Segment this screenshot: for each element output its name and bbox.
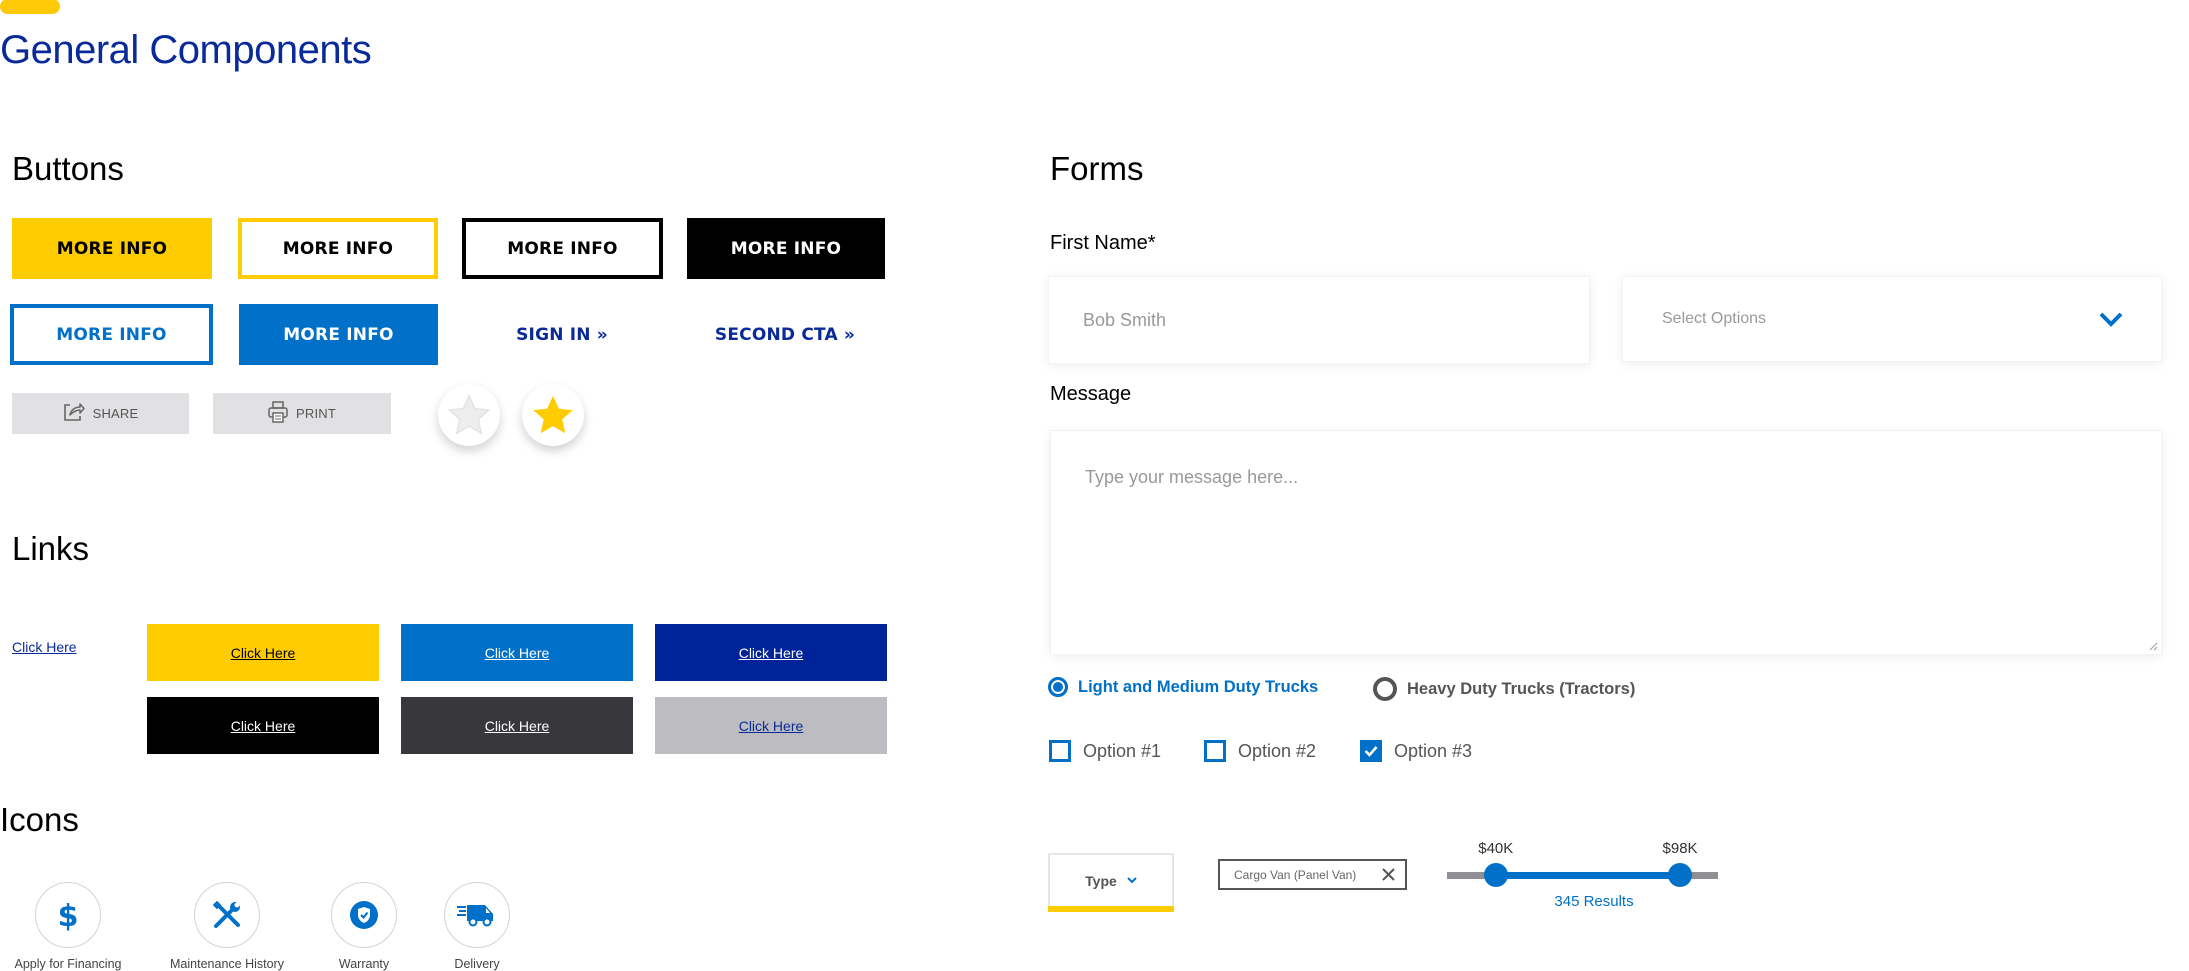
checkbox-unchecked-icon [1204,740,1226,762]
links-heading: Links [12,530,90,567]
more-info-button-blue[interactable]: MORE INFO [239,304,438,365]
price-max-label: $98K [1662,840,1698,857]
star-filled-icon [533,395,573,434]
chip-label: Cargo Van (Panel Van) [1234,867,1357,882]
radio-unselected-icon [1373,677,1397,701]
print-button[interactable]: PRINT [213,393,391,434]
select-placeholder: Select Options [1662,310,1767,327]
maintenance-icon-button[interactable] [194,882,260,948]
checkbox-option-3[interactable]: Option #3 [1360,740,1472,762]
warranty-icon-button[interactable] [331,882,397,948]
tools-icon [212,900,240,928]
results-count: 345 Results [1554,893,1634,910]
checkbox-checked-icon [1360,740,1382,762]
checkbox-option-2[interactable]: Option #2 [1204,740,1316,762]
type-filter-label: Type [1085,872,1117,889]
radio-label: Light and Medium Duty Trucks [1078,677,1319,696]
star-outline-icon [447,394,491,435]
first-name-placeholder: Bob Smith [1083,309,1167,330]
printer-icon [268,401,288,426]
delivery-truck-icon [457,905,493,927]
slider-handle-max[interactable] [1668,863,1693,887]
slider-fill [1495,872,1681,879]
share-icon [63,402,85,425]
link-light-gray[interactable]: Click Here [655,697,887,754]
message-placeholder: Type your message here... [1085,467,1299,487]
radio-selected-icon [1048,677,1068,697]
more-info-button-black-outline[interactable]: MORE INFO [462,218,663,279]
link-black[interactable]: Click Here [147,697,379,754]
share-button[interactable]: SHARE [12,393,189,434]
checkbox-option-1[interactable]: Option #1 [1049,740,1161,762]
share-label: SHARE [92,406,139,421]
message-label: Message [1050,383,1132,405]
checkbox-label: Option #3 [1394,740,1473,761]
slider-handle-min[interactable] [1483,863,1508,887]
favorite-button-unselected[interactable] [438,384,500,446]
accent-pill [0,0,60,14]
first-name-label: First Name* [1050,232,1156,254]
second-cta-label: SECOND CTA [714,324,838,345]
resize-handle-icon[interactable] [2148,641,2158,651]
double-chevron-right-icon: » [843,324,856,345]
shield-check-icon [350,901,378,929]
svg-text:$: $ [58,899,79,932]
buttons-heading: Buttons [12,150,124,187]
select-options-dropdown[interactable]: Select Options [1622,276,2162,362]
sign-in-button[interactable]: SIGN IN » [462,304,662,365]
price-range-slider[interactable] [1447,863,1718,887]
print-label: PRINT [296,406,336,421]
more-info-button-yellow[interactable]: MORE INFO [12,218,212,279]
icons-heading: Icons [0,801,79,838]
forms-heading: Forms [1050,150,1144,187]
more-info-button-yellow-outline[interactable]: MORE INFO [238,218,438,279]
close-icon[interactable] [1382,868,1395,881]
dollar-icon: $ [58,899,79,932]
first-name-input[interactable]: Bob Smith [1048,276,1590,364]
plain-link[interactable]: Click Here [12,639,77,655]
link-dark-gray[interactable]: Click Here [401,697,633,754]
price-min-label: $40K [1478,840,1514,857]
chevron-down-icon [2099,312,2123,327]
link-yellow[interactable]: Click Here [147,624,379,681]
radio-heavy-duty[interactable]: Heavy Duty Trucks (Tractors) [1373,677,1635,701]
filter-chip: Cargo Van (Panel Van) [1218,859,1407,890]
second-cta-button[interactable]: SECOND CTA » [685,304,885,365]
delivery-icon-button[interactable] [444,882,510,948]
double-chevron-right-icon: » [596,324,608,345]
radio-label: Heavy Duty Trucks (Tractors) [1407,679,1636,698]
message-textarea[interactable]: Type your message here... [1050,430,2162,655]
more-info-button-blue-outline[interactable]: MORE INFO [10,304,213,365]
checkbox-label: Option #1 [1083,740,1162,761]
checkbox-label: Option #2 [1238,740,1317,761]
link-blue[interactable]: Click Here [401,624,633,681]
link-navy[interactable]: Click Here [655,624,887,681]
favorite-button-selected[interactable] [522,384,584,446]
radio-light-medium-duty[interactable]: Light and Medium Duty Trucks [1048,677,1318,697]
chevron-down-icon [1127,877,1137,884]
type-filter-dropdown[interactable]: Type [1048,853,1174,912]
financing-icon-button[interactable]: $ [35,882,101,948]
page-title: General Components [0,28,372,72]
sign-in-label: SIGN IN [516,324,591,345]
more-info-button-black[interactable]: MORE INFO [687,218,885,279]
checkbox-unchecked-icon [1049,740,1071,762]
